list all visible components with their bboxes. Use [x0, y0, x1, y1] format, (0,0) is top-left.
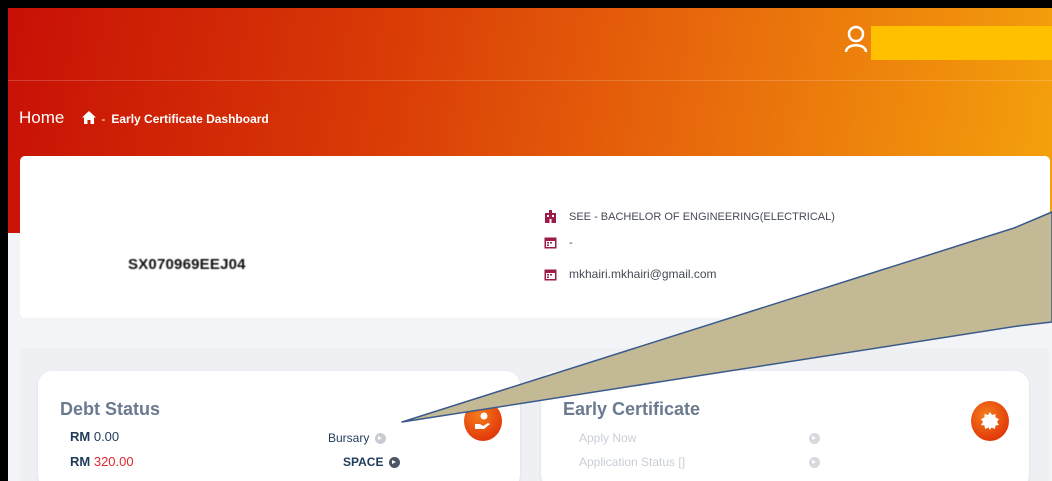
space-label: SPACE — [343, 455, 384, 469]
certificate-seal-icon — [971, 401, 1009, 441]
topbar-divider — [8, 80, 1052, 81]
date-text: - — [569, 236, 573, 249]
early-certificate-card: Early Certificate Apply Now Application … — [541, 371, 1029, 481]
calendar-icon — [544, 269, 557, 280]
debt-status-card: Debt Status RM 0.00 RM 320.00 Bursary SP… — [38, 371, 520, 481]
space-link[interactable]: SPACE — [343, 455, 401, 469]
bursary-link[interactable]: Bursary — [328, 431, 387, 445]
arrow-circle-icon — [389, 456, 401, 468]
home-icon[interactable] — [82, 111, 97, 124]
debt-amount-value: 320.00 — [93, 454, 134, 469]
program-text: SEE - BACHELOR OF ENGINEERING(ELECTRICAL… — [569, 210, 835, 223]
arrow-circle-icon — [375, 432, 387, 444]
program-row: SEE - BACHELOR OF ENGINEERING(ELECTRICAL… — [544, 210, 835, 223]
breadcrumb-current-page: Early Certificate Dashboard — [111, 112, 269, 126]
email-text: mkhairi.mkhairi@gmail.com — [569, 267, 717, 281]
email-row: mkhairi.mkhairi@gmail.com — [544, 267, 717, 281]
apply-now-link[interactable]: Apply Now — [579, 431, 636, 445]
arrow-circle-icon[interactable] — [809, 433, 820, 444]
building-icon — [545, 210, 556, 223]
profile-card: SX070969EEJ04 SEE - BACHELOR OF ENGINEER… — [20, 156, 1050, 318]
debt-amount-1: RM 0.00 — [70, 429, 119, 444]
username-redacted[interactable] — [871, 26, 1052, 60]
app-frame: Home - Early Certificate Dashboard SX070… — [8, 8, 1052, 481]
debt-status-title: Debt Status — [60, 399, 161, 419]
student-id: SX070969EEJ04 — [128, 256, 246, 273]
breadcrumb-separator: - — [101, 112, 106, 126]
breadcrumb-home[interactable]: Home — [19, 108, 64, 128]
hand-money-icon — [464, 401, 502, 441]
currency-label: RM — [70, 454, 91, 469]
debt-amount-value: 0.00 — [93, 429, 120, 444]
date-row: - — [544, 236, 573, 249]
bursary-label: Bursary — [328, 431, 370, 445]
calendar-icon — [544, 237, 557, 249]
arrow-circle-icon[interactable] — [809, 457, 820, 468]
debt-amount-2: RM 320.00 — [70, 454, 134, 469]
currency-label: RM — [70, 429, 91, 444]
early-certificate-title: Early Certificate — [563, 399, 701, 419]
user-avatar-icon[interactable] — [844, 25, 868, 53]
application-status-link[interactable]: Application Status [] — [579, 455, 685, 469]
breadcrumb: Home - Early Certificate Dashboard — [19, 108, 269, 128]
